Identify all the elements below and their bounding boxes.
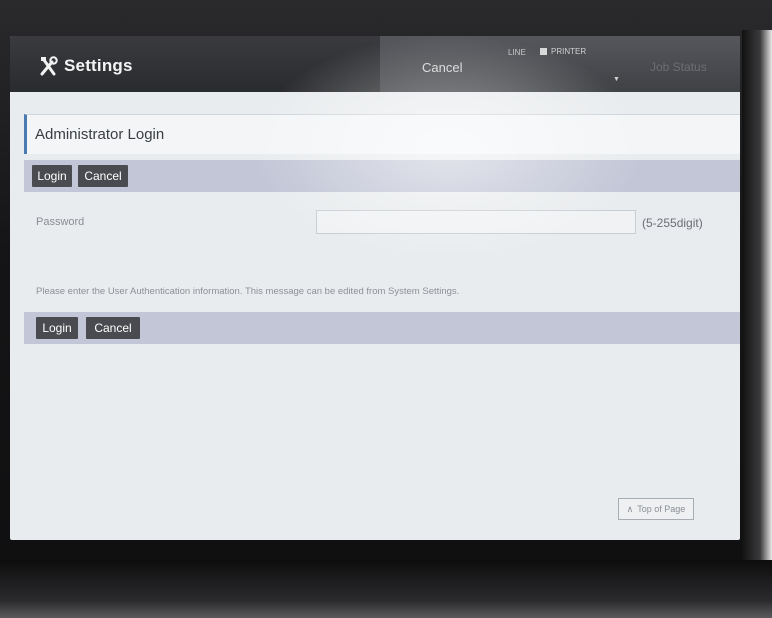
password-length-hint: (5-255digit) [642, 216, 703, 230]
header-bar: Settings Cancel LINE PRINTER ▼ Job Statu… [10, 36, 740, 92]
page-title-bar: Administrator Login [24, 114, 740, 154]
touch-screen: Settings Cancel LINE PRINTER ▼ Job Statu… [10, 36, 740, 540]
password-input[interactable] [316, 210, 636, 234]
printer-icon [540, 48, 547, 55]
bottom-action-bar: Login Cancel [24, 312, 740, 344]
device-bottom [0, 560, 772, 618]
tab-cancel[interactable]: Cancel [422, 60, 462, 75]
login-button-bottom[interactable]: Login [36, 317, 78, 339]
top-of-page-label: Top of Page [637, 504, 686, 514]
printer-status: PRINTER [551, 47, 587, 56]
app-title: Settings [64, 56, 133, 75]
top-action-bar: Login Cancel [24, 160, 740, 192]
cancel-button-bottom[interactable]: Cancel [86, 317, 140, 339]
chevron-up-icon: ∧ [626, 503, 634, 514]
tools-icon [40, 56, 58, 76]
login-button[interactable]: Login [32, 165, 72, 187]
device-edge [742, 30, 772, 560]
info-message: Please enter the User Authentication inf… [36, 286, 460, 297]
top-of-page-button[interactable]: ∧ Top of Page [618, 498, 694, 520]
line-status: LINE [508, 48, 526, 57]
password-label: Password [36, 216, 85, 228]
tab-job-status[interactable]: Job Status [650, 60, 707, 74]
chevron-down-icon[interactable]: ▼ [613, 76, 620, 83]
cancel-button[interactable]: Cancel [78, 165, 128, 187]
page-title: Administrator Login [35, 126, 165, 143]
